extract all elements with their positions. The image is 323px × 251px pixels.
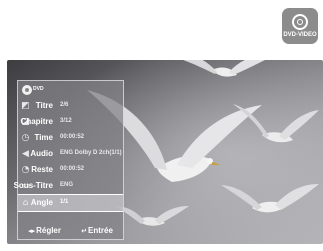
disc-icon [292,14,308,30]
row-value: ENG Dolby D 2ch(1/1) [60,150,122,156]
row-value: 2/6 [60,102,69,108]
adjust-label: Régler [36,225,61,235]
dvd-logo-text: DVD [33,86,44,92]
left-right-arrows-icon: ◂▸ [28,226,36,235]
osd-row-title[interactable]: ◩ Titre 2/6 [18,98,123,114]
osd-header: DVD [18,81,123,98]
row-value: 00:00:52 [60,166,85,172]
enter-hint: ↵Entrée [81,226,113,235]
info-osd-panel: DVD ◩ Titre 2/6 ◪ Chapitre 3/12 ◷ Time 0… [14,80,124,240]
osd-row-angle[interactable]: ⌂ Angle 1/1 [18,194,123,212]
row-label: Sous-Titre [13,181,53,190]
osd-row-time[interactable]: ◷ Time 00:00:52 [18,130,123,146]
dvd-video-badge: DVD-VIDEO [282,8,318,44]
row-value: ENG [60,182,74,188]
row-label: Time [34,133,53,142]
row-label: Angle [30,198,53,207]
title-icon: ◩ [21,101,30,111]
row-value: 1/1 [60,199,69,205]
remaining-icon: ◔ [21,165,30,175]
enter-icon: ↵ [81,226,88,235]
clock-icon: ◷ [21,133,30,143]
row-label: Titre [35,101,53,110]
row-value: 00:00:52 [60,134,85,140]
disc-icon [22,84,32,95]
camera-angle-icon: ⌂ [22,198,29,208]
osd-row-chapter[interactable]: ◪ Chapitre 3/12 [18,114,123,130]
osd-row-remaining[interactable]: ◔ Reste 00:00:52 [18,162,123,178]
row-label: Reste [31,165,53,174]
row-label: Audio [30,149,53,158]
enter-label: Entrée [88,225,113,235]
osd-row-subtitle[interactable]: ▭ Sous-Titre ENG [14,178,123,194]
row-label: Chapitre [20,117,53,126]
adjust-hint: ◂▸Régler [28,226,61,235]
dvd-logo: DVD [22,84,44,95]
video-screen: DVD ◩ Titre 2/6 ◪ Chapitre 3/12 ◷ Time 0… [7,60,323,244]
dvd-video-label: DVD-VIDEO [283,32,317,38]
osd-row-audio[interactable]: ◀ Audio ENG Dolby D 2ch(1/1) [18,146,123,162]
osd-footer: ◂▸Régler ↵Entrée [18,223,123,237]
row-value: 3/12 [60,118,72,124]
